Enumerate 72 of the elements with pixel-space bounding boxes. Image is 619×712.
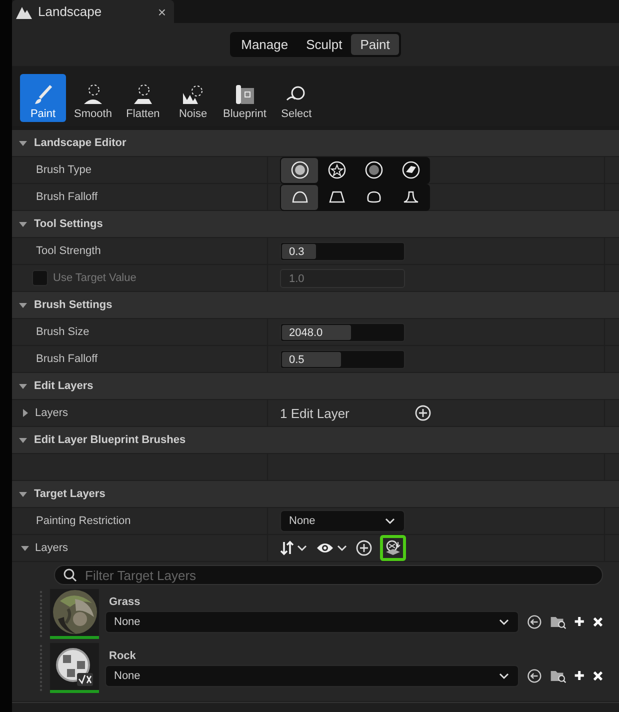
mountain-icon bbox=[16, 4, 32, 18]
use-asset-icon[interactable] bbox=[527, 612, 542, 630]
delete-icon[interactable] bbox=[593, 616, 603, 628]
collapse-arrow-icon[interactable] bbox=[18, 489, 28, 499]
section-title: Brush Settings bbox=[34, 299, 112, 311]
property-label: Brush Falloff bbox=[36, 191, 98, 203]
slider-field[interactable]: 0.5 bbox=[280, 350, 405, 368]
circle-brush-icon bbox=[290, 161, 308, 179]
add-icon[interactable] bbox=[415, 405, 432, 421]
section-title: Target Layers bbox=[34, 488, 106, 500]
section-title: Landscape Editor bbox=[34, 137, 126, 149]
property-label: Brush Size bbox=[36, 326, 90, 338]
tool-button[interactable]: Select bbox=[273, 74, 320, 122]
noise-icon bbox=[181, 83, 205, 107]
eye-icon bbox=[316, 541, 334, 555]
checker-sphere-icon bbox=[54, 646, 94, 686]
layer-count: 1 Edit Layer bbox=[280, 406, 350, 420]
search-icon bbox=[63, 568, 77, 582]
mode-tab[interactable]: Manage bbox=[232, 34, 298, 55]
section-header[interactable]: Brush Settings bbox=[12, 292, 619, 319]
property-label: Use Target Value bbox=[53, 272, 136, 284]
flat-mound-icon bbox=[131, 83, 155, 107]
collapse-arrow-icon[interactable] bbox=[18, 381, 28, 391]
section-title: Edit Layer Blueprint Brushes bbox=[34, 434, 186, 446]
material-dropdown[interactable]: None bbox=[105, 610, 520, 632]
sort-button[interactable] bbox=[280, 540, 308, 556]
collapse-arrow-icon[interactable] bbox=[18, 435, 28, 445]
property-label: Brush Type bbox=[36, 164, 92, 176]
section-title: Tool Settings bbox=[34, 218, 103, 230]
section-header[interactable]: Edit Layer Blueprint Brushes bbox=[12, 427, 619, 454]
property-label: Layers bbox=[35, 542, 68, 554]
material-dropdown[interactable]: None bbox=[105, 664, 520, 686]
collapse-arrow-icon[interactable] bbox=[18, 300, 28, 310]
star-brush-icon bbox=[328, 161, 346, 179]
property-label: Tool Strength bbox=[36, 245, 101, 257]
delete-icon[interactable] bbox=[593, 670, 603, 682]
brush-option[interactable] bbox=[281, 184, 318, 210]
collapse-arrow-icon[interactable] bbox=[18, 219, 28, 229]
section-header[interactable]: Target Layers bbox=[12, 481, 619, 508]
stroke-brush-icon bbox=[402, 161, 420, 179]
layer-name: Rock bbox=[108, 650, 137, 662]
property-label: Brush Falloff bbox=[36, 353, 98, 365]
layers-import-icon bbox=[384, 539, 402, 557]
panel-tab[interactable]: Landscape × bbox=[12, 0, 174, 23]
section-title: Edit Layers bbox=[34, 380, 94, 392]
slider-field[interactable]: 0.3 bbox=[280, 242, 405, 260]
tool-button[interactable]: Smooth bbox=[70, 74, 116, 122]
collapse-arrow-icon[interactable] bbox=[20, 543, 30, 553]
section-header[interactable]: Landscape Editor bbox=[12, 130, 619, 157]
section-header[interactable]: Tool Settings bbox=[12, 211, 619, 238]
dropdown[interactable]: None bbox=[280, 510, 405, 532]
add-icon[interactable] bbox=[356, 540, 372, 556]
tool-button[interactable]: Blueprint bbox=[220, 74, 270, 122]
tool-button[interactable]: Paint bbox=[20, 74, 66, 122]
slider-field[interactable]: 2048.0 bbox=[280, 322, 405, 342]
mode-tab[interactable]: Paint bbox=[351, 34, 399, 55]
property-label: Layers bbox=[35, 407, 68, 419]
use-asset-icon[interactable] bbox=[527, 666, 542, 684]
property-label: Painting Restriction bbox=[36, 515, 131, 527]
tool-button[interactable]: Flatten bbox=[120, 74, 166, 122]
tool-button[interactable]: Noise bbox=[170, 74, 216, 122]
mode-tab[interactable]: Sculpt bbox=[297, 34, 352, 55]
search-field[interactable]: Filter Target Layers bbox=[54, 565, 603, 585]
brush-option[interactable] bbox=[281, 158, 318, 182]
sort-icon bbox=[280, 540, 294, 556]
expand-arrow-icon[interactable] bbox=[20, 408, 30, 418]
section-header[interactable]: Edit Layers bbox=[12, 373, 619, 400]
search-input[interactable]: Filter Target Layers bbox=[83, 566, 594, 584]
close-button[interactable]: × bbox=[158, 4, 166, 20]
layer-name: Grass bbox=[108, 596, 142, 608]
visibility-button[interactable] bbox=[316, 541, 348, 555]
collapse-arrow-icon[interactable] bbox=[18, 138, 28, 148]
